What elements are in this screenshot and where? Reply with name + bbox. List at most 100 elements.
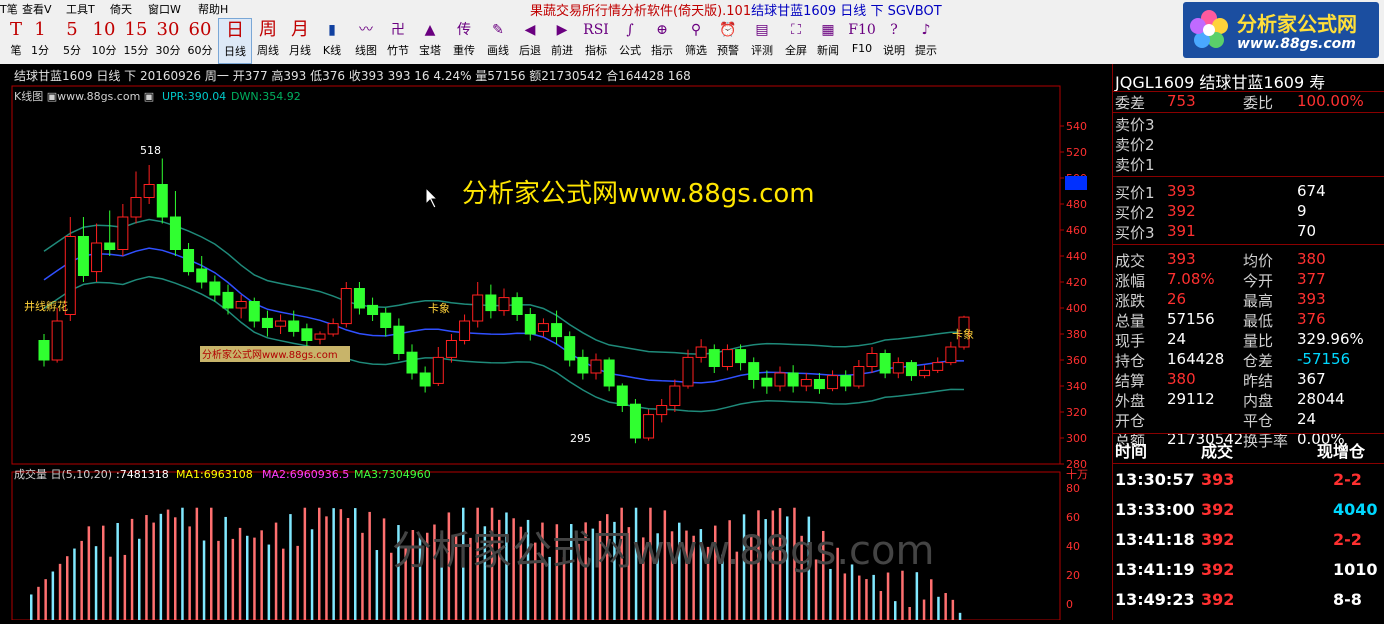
toolbar-button-7[interactable]: 日日线: [218, 18, 252, 64]
toolbar-icon: 10: [92, 19, 116, 40]
tick-row[interactable]: 13:49:23 392 8-8: [1113, 586, 1384, 614]
candle: [866, 353, 878, 367]
menu-item[interactable]: T笔: [0, 1, 18, 17]
candle: [209, 281, 221, 296]
candle: [695, 346, 707, 358]
volume-bar: [231, 538, 235, 620]
volume-bar: [339, 509, 343, 620]
bid-label: 买价2: [1115, 204, 1155, 222]
scroll-marker[interactable]: [1065, 176, 1087, 190]
toolbar-button-24[interactable]: ⛶ 全屏: [780, 18, 812, 62]
ask-label: 卖价2: [1115, 136, 1155, 154]
volume-bar: [951, 599, 955, 620]
toolbar-icon: 〰: [359, 22, 373, 38]
menu-yitian[interactable]: 倚天: [110, 1, 132, 17]
candle: [682, 356, 694, 387]
candle: [721, 349, 733, 368]
volume-bar: [937, 596, 940, 620]
ask-label: 卖价1: [1115, 156, 1155, 174]
volume-bar: [354, 508, 357, 620]
toolbar-button-18[interactable]: RSI 指标: [580, 18, 612, 62]
toolbar-icon: ✎: [492, 22, 504, 38]
toolbar-button-4[interactable]: 15 15分: [120, 18, 152, 62]
toolbar-button-23[interactable]: ▤ 评测: [746, 18, 778, 62]
candle: [879, 353, 891, 374]
toolbar-icon: ⛶: [791, 22, 801, 38]
volume-bar: [102, 525, 105, 620]
kline-chart[interactable]: 结球甘蓝1609 日线 下 20160926 周一 开377 高393 低376…: [0, 64, 1112, 621]
candle: [275, 320, 287, 327]
weibi-value: 100.00%: [1297, 92, 1364, 110]
volume-bar: [865, 579, 868, 620]
toolbar-button-5[interactable]: 30 30分: [152, 18, 184, 62]
toolbar-button-26[interactable]: F10 F10: [846, 18, 878, 62]
toolbar-button-27[interactable]: ? 说明: [878, 18, 910, 62]
toolbar-button-13[interactable]: ▲ 宝塔: [414, 18, 446, 62]
toolbar-button-11[interactable]: 〰线图: [350, 18, 382, 62]
weibi-label: 委比: [1243, 94, 1274, 112]
candle: [117, 216, 129, 250]
bid-volume: 674: [1297, 182, 1326, 200]
toolbar-label: 画线: [487, 44, 509, 57]
toolbar-button-22[interactable]: ⏰ 预警: [712, 18, 744, 62]
volume-bar: [915, 572, 919, 620]
volume-bar: [958, 612, 962, 620]
stat-value: 24: [1167, 330, 1187, 348]
volume-bar: [66, 556, 69, 620]
kline-label: K线图 ▣www.88gs.com ▣: [14, 89, 154, 103]
candle: [485, 294, 497, 312]
toolbar-button-15[interactable]: ✎ 画线: [482, 18, 514, 62]
tick-row[interactable]: 13:41:18 392 2-2: [1113, 526, 1384, 554]
tick-time: 13:30:57: [1115, 470, 1195, 489]
menu-window[interactable]: 窗口W: [148, 1, 181, 17]
volume-bar: [138, 538, 141, 620]
toolbar-button-2[interactable]: 5 5分: [56, 18, 88, 62]
candle: [367, 304, 379, 315]
toolbar-button-10[interactable]: ▮ K线: [316, 18, 348, 62]
toolbar-button-8[interactable]: 周周线: [252, 18, 284, 62]
menu-help[interactable]: 帮助H: [198, 1, 228, 17]
volume-bar: [30, 594, 33, 620]
toolbar-button-21[interactable]: ⚲ 筛选: [680, 18, 712, 62]
tick-header-vol: 现增仓: [1317, 442, 1366, 461]
toolbar-button-19[interactable]: ∫ 公式: [614, 18, 646, 62]
bid-volume: 9: [1297, 202, 1307, 220]
toolbar-button-14[interactable]: 传重传: [448, 18, 480, 62]
toolbar-button-25[interactable]: ▦ 新闻: [812, 18, 844, 62]
candle: [827, 375, 839, 390]
stat-label: 量比: [1243, 332, 1274, 350]
toolbar-icon: 月: [291, 19, 309, 40]
toolbar-button-6[interactable]: 60 60分: [184, 18, 216, 62]
toolbar-icon: ▦: [821, 22, 835, 38]
volume-bar: [195, 507, 199, 620]
menu-tools[interactable]: 工具T: [66, 1, 95, 17]
stat-value: 24: [1297, 410, 1317, 428]
divider: [1113, 112, 1384, 113]
volume-bar: [238, 527, 242, 620]
tick-row[interactable]: 13:30:57 393 2-2: [1113, 466, 1384, 494]
toolbar-button-16[interactable]: ◀ 后退: [514, 18, 546, 62]
menu-view[interactable]: 查看V: [22, 1, 52, 17]
toolbar-button-1[interactable]: 1 1分: [24, 18, 56, 62]
stat-row: 总量 57156 最低 376: [1113, 310, 1384, 330]
stat-row: 持仓 164428 仓差 -57156: [1113, 350, 1384, 370]
tick-row[interactable]: 13:41:19 392 1010: [1113, 556, 1384, 584]
chart-area[interactable]: 结球甘蓝1609 日线 下 20160926 周一 开377 高393 低376…: [0, 64, 1112, 621]
price-tick: 440: [1066, 250, 1087, 263]
toolbar-button-9[interactable]: 月月线: [284, 18, 316, 62]
vol-value: :7481318: [116, 468, 169, 481]
toolbar-icon: ▤: [755, 22, 769, 38]
volume-bar: [930, 579, 933, 620]
volume-bar: [382, 518, 386, 620]
toolbar-button-3[interactable]: 10 10分: [88, 18, 120, 62]
toolbar-icon: 30: [156, 19, 180, 40]
toolbar-button-28[interactable]: ♪ 提示: [910, 18, 942, 62]
bid-volume: 70: [1297, 222, 1317, 240]
tick-row[interactable]: 13:33:00 392 4040: [1113, 496, 1384, 524]
vol-unit: 十万: [1066, 467, 1088, 481]
toolbar-button-17[interactable]: ▶ 前进: [546, 18, 578, 62]
candle: [616, 385, 628, 406]
toolbar-button-12[interactable]: 卍竹节: [382, 18, 414, 62]
toolbar-button-20[interactable]: ⊕ 指示: [646, 18, 678, 62]
toolbar-icon: 60: [188, 19, 212, 40]
